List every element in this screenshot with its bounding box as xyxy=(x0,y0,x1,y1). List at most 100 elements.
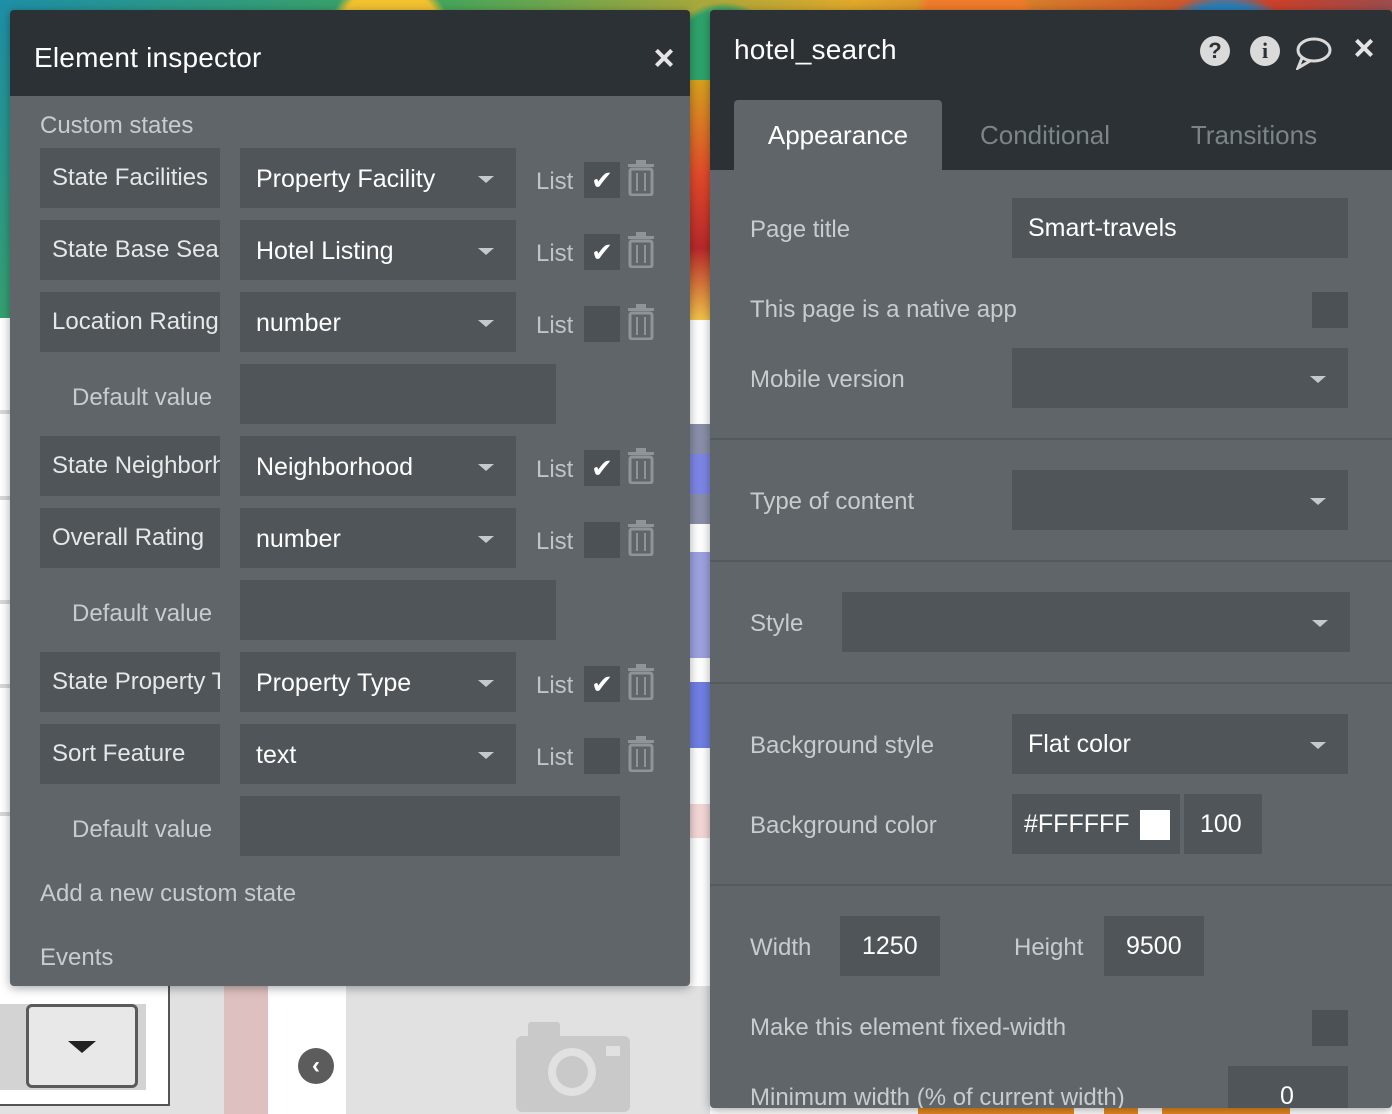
state-name-field[interactable]: State Base Search xyxy=(40,220,220,280)
chevron-down-icon xyxy=(478,248,494,255)
canvas-line xyxy=(0,600,10,604)
list-checkbox[interactable] xyxy=(584,738,620,774)
state-name-field[interactable]: Sort Feature xyxy=(40,724,220,784)
help-icon[interactable]: ? xyxy=(1200,36,1230,66)
style-label: Style xyxy=(750,610,804,637)
mobile-version-label: Mobile version xyxy=(750,366,905,393)
chevron-left-icon[interactable]: ‹ xyxy=(298,1048,334,1084)
state-name-field[interactable]: Overall Rating xyxy=(40,508,220,568)
height-label: Height xyxy=(1014,934,1084,961)
mobile-version-dropdown[interactable] xyxy=(1012,348,1348,408)
canvas-element xyxy=(224,986,268,1114)
divider xyxy=(710,560,1392,562)
inspector-header: Element inspector × xyxy=(10,10,690,96)
custom-states-label: Custom states xyxy=(40,112,194,139)
close-icon[interactable]: × xyxy=(1350,30,1378,66)
trash-icon[interactable] xyxy=(626,520,656,556)
comment-icon[interactable] xyxy=(1296,36,1332,70)
default-value-input[interactable] xyxy=(240,796,620,856)
background-color-label: Background color xyxy=(750,812,937,839)
property-editor-panel: hotel_search ? i × Appearance Conditiona… xyxy=(710,10,1392,1108)
background-style-dropdown[interactable]: Flat color xyxy=(1012,714,1348,774)
chevron-down-icon xyxy=(478,464,494,471)
state-type-value: Neighborhood xyxy=(256,453,414,481)
state-type-dropdown[interactable]: Property Facility xyxy=(240,148,516,208)
page-title-input[interactable]: Smart-travels xyxy=(1012,198,1348,258)
background-style-label: Background style xyxy=(750,732,935,759)
chevron-down-icon xyxy=(1312,620,1328,627)
close-icon[interactable]: × xyxy=(650,40,678,76)
state-name-field[interactable]: State Neighborhood xyxy=(40,436,220,496)
chevron-down-icon xyxy=(478,680,494,687)
list-checkbox[interactable]: ✔ xyxy=(584,450,620,486)
background-style-value: Flat color xyxy=(1028,730,1131,758)
fixed-width-checkbox[interactable] xyxy=(1312,1010,1348,1046)
chevron-down-icon xyxy=(478,176,494,183)
default-value-input[interactable] xyxy=(240,364,556,424)
page-title-label: Page title xyxy=(750,216,851,243)
background-opacity-input[interactable]: 100 xyxy=(1184,794,1262,854)
list-checkbox[interactable] xyxy=(584,306,620,342)
state-type-value: number xyxy=(256,309,341,337)
list-checkbox[interactable]: ✔ xyxy=(584,666,620,702)
trash-icon[interactable] xyxy=(626,448,656,484)
trash-icon[interactable] xyxy=(626,232,656,268)
list-label: List xyxy=(536,240,574,267)
list-checkbox[interactable] xyxy=(584,522,620,558)
list-label: List xyxy=(536,312,574,339)
native-app-checkbox[interactable] xyxy=(1312,292,1348,328)
trash-icon[interactable] xyxy=(626,736,656,772)
state-type-dropdown[interactable]: number xyxy=(240,292,516,352)
list-label: List xyxy=(536,456,574,483)
editor-title: hotel_search xyxy=(734,34,897,65)
inspector-title: Element inspector xyxy=(34,42,262,73)
tab-conditional[interactable]: Conditional xyxy=(950,100,1140,170)
trash-icon[interactable] xyxy=(626,160,656,196)
trash-icon[interactable] xyxy=(626,664,656,700)
trash-icon[interactable] xyxy=(626,304,656,340)
chevron-down-icon xyxy=(1310,498,1326,505)
height-input[interactable]: 9500 xyxy=(1104,916,1204,976)
color-swatch[interactable] xyxy=(1140,810,1170,840)
events-label: Events xyxy=(40,944,114,971)
chevron-down-icon xyxy=(68,1041,96,1053)
native-app-label: This page is a native app xyxy=(750,296,1017,323)
divider xyxy=(710,884,1392,886)
default-value-label: Default value xyxy=(72,816,213,843)
default-value-input[interactable] xyxy=(240,580,556,640)
state-name-field[interactable]: Location Rating xyxy=(40,292,220,352)
style-dropdown[interactable] xyxy=(842,592,1350,652)
list-checkbox[interactable]: ✔ xyxy=(584,234,620,270)
canvas-element xyxy=(690,454,710,494)
canvas-element xyxy=(690,552,710,658)
add-custom-state-link[interactable]: Add a new custom state xyxy=(40,880,296,908)
chevron-down-icon xyxy=(478,320,494,327)
chevron-down-icon xyxy=(478,752,494,759)
state-type-value: Property Type xyxy=(256,669,412,697)
min-width-label: Minimum width (% of current width) xyxy=(750,1084,1125,1108)
state-type-value: number xyxy=(256,525,341,553)
state-type-dropdown[interactable]: number xyxy=(240,508,516,568)
canvas-element xyxy=(690,804,710,838)
hero-image-strip xyxy=(690,80,710,320)
state-name-field[interactable]: State Property Type xyxy=(40,652,220,712)
type-of-content-dropdown[interactable] xyxy=(1012,470,1348,530)
state-type-dropdown[interactable]: Hotel Listing xyxy=(240,220,516,280)
state-type-value: Hotel Listing xyxy=(256,237,394,265)
tab-appearance[interactable]: Appearance xyxy=(734,100,942,170)
state-name-field[interactable]: State Facilities xyxy=(40,148,220,208)
width-input[interactable]: 1250 xyxy=(840,916,940,976)
list-checkbox[interactable]: ✔ xyxy=(584,162,620,198)
state-type-dropdown[interactable]: text xyxy=(240,724,516,784)
chevron-down-icon xyxy=(1310,376,1326,383)
canvas-line xyxy=(0,684,10,688)
type-of-content-label: Type of content xyxy=(750,488,915,515)
editor-header: hotel_search ? i × Appearance Conditiona… xyxy=(710,10,1392,170)
state-type-dropdown[interactable]: Neighborhood xyxy=(240,436,516,496)
info-icon[interactable]: i xyxy=(1250,36,1280,66)
list-label: List xyxy=(536,528,574,555)
state-type-dropdown[interactable]: Property Type xyxy=(240,652,516,712)
list-label: List xyxy=(536,168,574,195)
tab-transitions[interactable]: Transitions xyxy=(1160,100,1348,170)
min-width-input[interactable]: 0 xyxy=(1228,1066,1348,1108)
